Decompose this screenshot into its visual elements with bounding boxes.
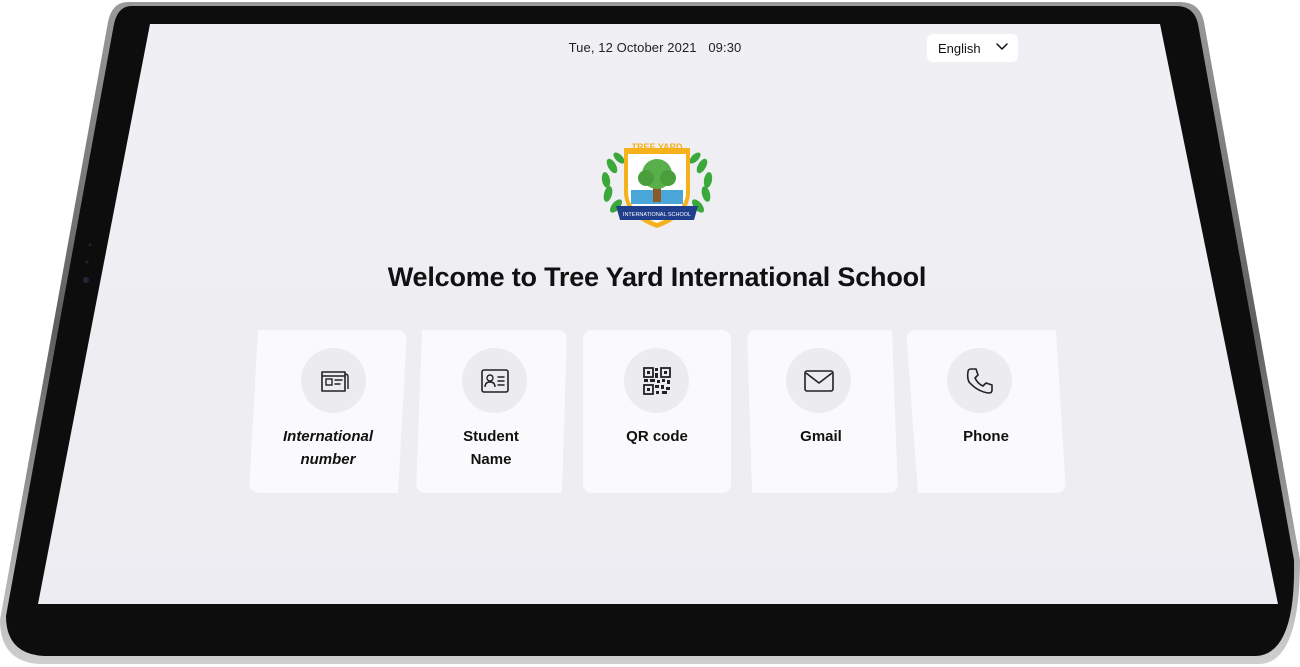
chevron-down-icon bbox=[996, 43, 1008, 50]
time-text: 09:30 bbox=[708, 40, 742, 55]
mail-icon bbox=[803, 369, 834, 392]
option-card-student-name[interactable]: Student Name bbox=[416, 330, 567, 493]
icon-circle bbox=[786, 348, 851, 413]
option-label: Student Name bbox=[463, 428, 519, 468]
option-card-phone[interactable]: Phone bbox=[906, 330, 1066, 493]
camera-dot bbox=[83, 277, 89, 283]
icon-circle bbox=[462, 348, 527, 413]
option-card-international-number[interactable]: International number bbox=[249, 330, 407, 493]
date-text: Tue, 12 October 2021 bbox=[568, 40, 697, 55]
language-label: English bbox=[938, 40, 981, 56]
language-selector[interactable]: English bbox=[927, 34, 1018, 62]
icon-circle bbox=[301, 348, 366, 413]
contact-card-icon bbox=[480, 368, 509, 393]
logo-banner-text: INTERNATIONAL SCHOOL bbox=[623, 212, 691, 218]
date-time-display: Tue, 12 October 2021 09:30 bbox=[520, 40, 790, 55]
logo-top-text: TREE YARD bbox=[631, 142, 683, 152]
icon-circle bbox=[947, 348, 1012, 413]
option-card-qr-code[interactable]: QR code bbox=[583, 330, 731, 493]
option-label: QR code bbox=[626, 428, 688, 445]
phone-icon bbox=[966, 367, 993, 394]
option-label: International number bbox=[282, 428, 373, 468]
option-label: Phone bbox=[963, 428, 1009, 445]
qr-code-icon bbox=[642, 366, 671, 395]
tablet-screen: Tue, 12 October 2021 09:30 English TREE … bbox=[38, 24, 1278, 604]
option-card-gmail[interactable]: Gmail bbox=[747, 330, 898, 493]
id-card-icon bbox=[320, 370, 349, 392]
welcome-title: Welcome to Tree Yard International Schoo… bbox=[387, 262, 927, 292]
icon-circle bbox=[624, 348, 689, 413]
option-label: Gmail bbox=[800, 428, 842, 445]
school-logo: TREE YARD INTERNATIONAL SCHOOL bbox=[601, 142, 713, 228]
